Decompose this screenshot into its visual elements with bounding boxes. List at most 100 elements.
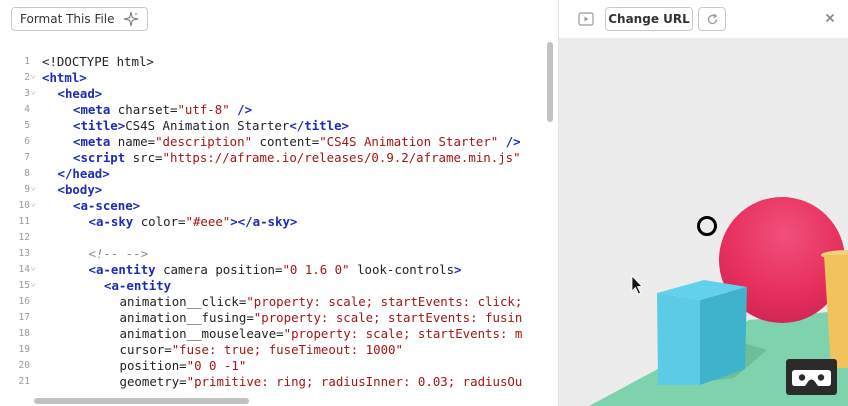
code-line[interactable]: 7 <script src="https://aframe.io/releases… [0, 150, 545, 166]
change-url-button[interactable]: Change URL [605, 7, 693, 31]
code-token-tag: </title> [289, 118, 350, 133]
code-token-str: "description" [155, 134, 253, 149]
code-token-attr: position= [119, 358, 187, 373]
code-token-str: "0 1.6 0" [282, 262, 350, 277]
line-number: 12 [18, 232, 30, 243]
line-number: 10 [18, 200, 30, 211]
line-number: 11 [18, 216, 30, 227]
code-text: <meta charset="utf-8" /> [73, 102, 252, 118]
code-line[interactable]: 15 ˅ <a-entity [0, 278, 545, 294]
code-text: animation__click="property: scale; start… [120, 294, 523, 310]
line-number: 2 [24, 72, 30, 83]
line-number: 5 [24, 120, 30, 131]
code-token-attr: color= [133, 214, 186, 229]
code-token-attr: camera position= [155, 262, 283, 277]
scene-canvas[interactable] [559, 38, 848, 406]
code-line[interactable]: 20 position="0 0 -1" [0, 358, 545, 374]
code-token-tag: <a-entity [104, 278, 172, 293]
fold-chevron-icon[interactable]: ˅ [31, 70, 36, 86]
line-number: 17 [18, 312, 30, 323]
horizontal-scroll-thumb[interactable] [34, 398, 249, 404]
code-text: cursor="fuse: true; fuseTimeout: 1000" [120, 342, 403, 358]
code-text: animation__fusing="property: scale; star… [120, 310, 523, 326]
format-file-label: Format This File [20, 12, 115, 26]
code-line[interactable]: 9 ˅ <body> [0, 182, 545, 198]
vertical-scroll-thumb[interactable] [547, 42, 553, 122]
vertical-scrollbar[interactable] [546, 42, 554, 397]
format-file-button[interactable]: Format This File [11, 7, 148, 31]
code-token-str: "property: scale; startEvents: fusin [253, 310, 523, 325]
code-text: position="0 0 -1" [120, 358, 247, 374]
line-number: 9 [24, 184, 30, 195]
code-token-tag: /> [498, 134, 521, 149]
code-text: </head> [58, 166, 110, 182]
code-token-str: "fuse: true; fuseTimeout: 1000" [171, 342, 403, 357]
code-line[interactable]: 8 </head> [0, 166, 545, 182]
code-text: <head> [58, 86, 103, 102]
code-token-attr: cursor= [119, 342, 172, 357]
aframe-scene[interactable] [559, 38, 848, 406]
code-token-tag: <a-sky [88, 214, 134, 229]
horizontal-scrollbar[interactable] [0, 397, 545, 406]
code-line[interactable]: 19 cursor="fuse: true; fuseTimeout: 1000" [0, 342, 545, 358]
line-number: 21 [18, 376, 30, 387]
code-token-tag: > [454, 262, 462, 277]
code-token-attr: name= [110, 134, 156, 149]
code-token-tag: /> [229, 102, 253, 117]
code-token-attr: content= [252, 134, 320, 149]
show-preview-icon[interactable] [578, 12, 594, 26]
code-token-tag: <meta [73, 134, 111, 149]
code-line[interactable]: 10 ˅ <a-scene> [0, 198, 545, 214]
fold-chevron-icon[interactable]: ˅ [31, 182, 36, 198]
sparkle-icon [123, 11, 139, 27]
code-token-str: "CS4S Animation Starter" [319, 134, 499, 149]
code-token-tag: <body> [57, 182, 103, 197]
code-line[interactable]: 12 [0, 230, 545, 246]
mouse-pointer-icon [631, 275, 643, 295]
code-line[interactable]: 4 <meta charset="utf-8" /> [0, 102, 545, 118]
code-line[interactable]: 16 animation__click="property: scale; sta… [0, 294, 545, 310]
code-token-str: "utf-8" [177, 102, 230, 117]
code-token-attr: look-controls [349, 262, 455, 277]
code-line[interactable]: 11 <a-sky color="#eee"></a-sky> [0, 214, 545, 230]
box-front [657, 293, 700, 385]
code-line[interactable]: 6 <meta name="description" content="CS4S … [0, 134, 545, 150]
code-token-tag: <a-scene> [73, 198, 141, 213]
code-token-tag: </head> [57, 166, 110, 181]
code-token-str: "0 0 -1" [186, 358, 247, 373]
code-line[interactable]: 17 animation__fusing="property: scale; st… [0, 310, 545, 326]
code-token-attr: animation__fusing= [119, 310, 254, 325]
code-line[interactable]: 14 ˅ <a-entity camera position="0 1.6 0" l… [0, 262, 545, 278]
line-number: 1 [24, 56, 30, 67]
fold-chevron-icon[interactable]: ˅ [31, 198, 36, 214]
fold-chevron-icon[interactable]: ˅ [31, 262, 36, 278]
code-text: <meta name="description" content="CS4S A… [73, 134, 521, 150]
code-line[interactable]: 18 animation__mouseleave="property: scale… [0, 326, 545, 342]
refresh-icon [707, 13, 718, 25]
code-line[interactable]: 1 <!DOCTYPE html> [0, 54, 545, 70]
line-number: 4 [24, 104, 30, 115]
code-text: <a-sky color="#eee"></a-sky> [89, 214, 298, 230]
code-line[interactable]: 21 geometry="primitive: ring; radiusInner… [0, 374, 545, 390]
code-text: <a-scene> [73, 198, 140, 214]
fold-chevron-icon[interactable]: ˅ [31, 278, 36, 294]
line-number: 6 [24, 136, 30, 147]
refresh-button[interactable] [698, 7, 726, 31]
close-icon[interactable] [825, 13, 835, 23]
fold-chevron-icon[interactable]: ˅ [31, 86, 36, 102]
code-token-attr: animation__click= [119, 294, 247, 309]
code-line[interactable]: 3 ˅ <head> [0, 86, 545, 102]
code-line[interactable]: 13 <!-- --> [0, 246, 545, 262]
code-token-tag: <a-entity [88, 262, 156, 277]
code-line[interactable]: 2 ˅ <html> [0, 70, 545, 86]
code-area[interactable]: 1 <!DOCTYPE html> 2 ˅ <html> 3 ˅ <head> 4 <meta c… [0, 54, 545, 394]
code-line[interactable]: 5 <title>CS4S Animation Starter</title> [0, 118, 545, 134]
code-token-attr: animation__mouseleave= [119, 326, 284, 341]
preview-pane: Change URL [559, 0, 848, 406]
vr-mode-button[interactable] [786, 359, 837, 395]
code-editor-pane: Format This File 1 <!DOCTYPE html> 2 ˅ <html… [0, 0, 558, 406]
code-text: <script src="https://aframe.io/releases/… [73, 150, 521, 166]
code-text: <!DOCTYPE html> [42, 54, 154, 70]
box-side [700, 287, 747, 385]
code-text: <!-- --> [89, 246, 149, 262]
